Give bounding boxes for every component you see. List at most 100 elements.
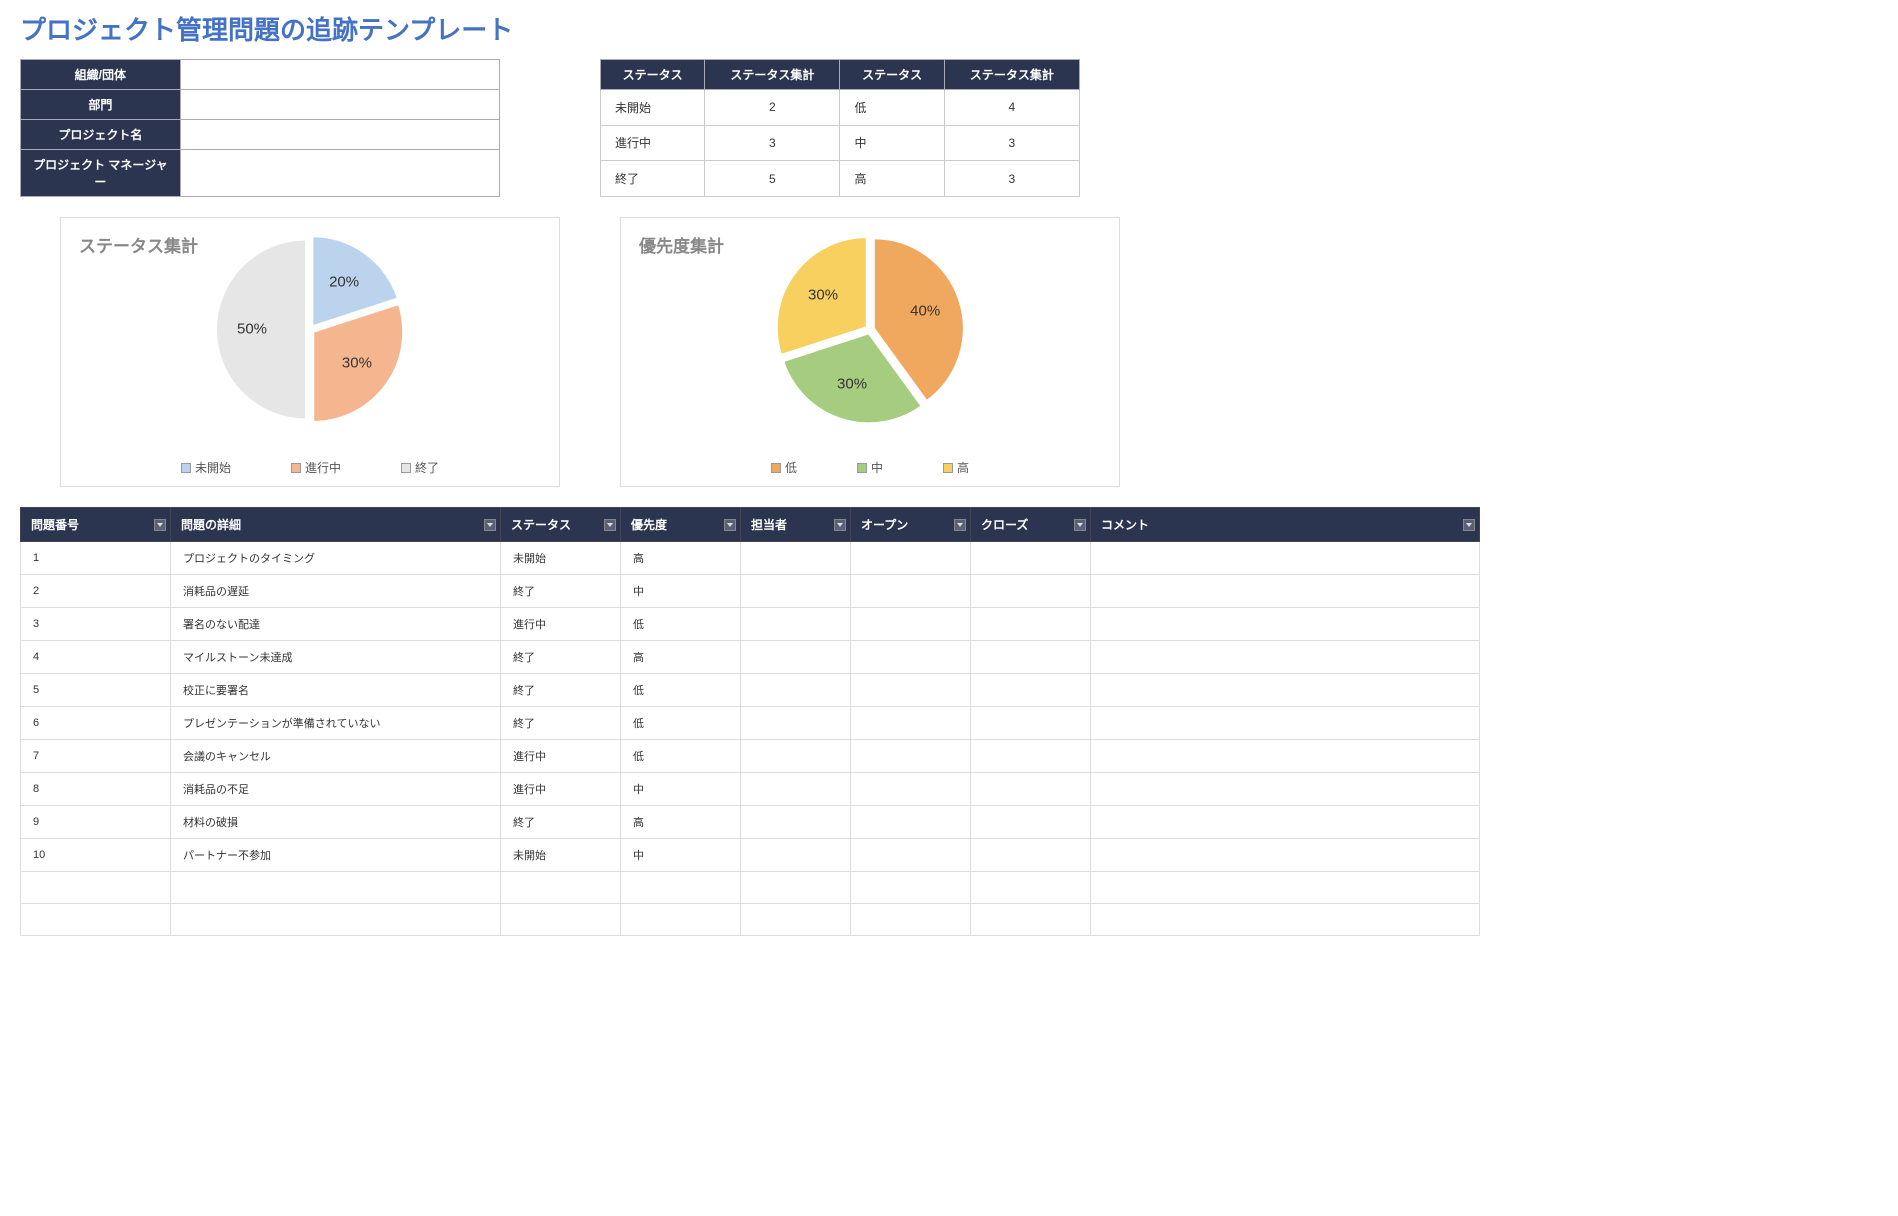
- issues-cell[interactable]: [741, 608, 851, 641]
- issues-cell[interactable]: [1091, 773, 1480, 806]
- issues-cell[interactable]: 1: [21, 542, 171, 575]
- issues-cell[interactable]: [621, 872, 741, 904]
- issues-cell[interactable]: [1091, 740, 1480, 773]
- issues-cell[interactable]: [741, 740, 851, 773]
- issues-cell[interactable]: [971, 740, 1091, 773]
- issues-cell[interactable]: [971, 707, 1091, 740]
- issues-cell[interactable]: [741, 641, 851, 674]
- issues-cell[interactable]: [501, 904, 621, 936]
- filter-icon[interactable]: [1463, 519, 1475, 531]
- issues-cell[interactable]: 5: [21, 674, 171, 707]
- issues-cell[interactable]: [851, 872, 971, 904]
- issues-cell[interactable]: 中: [621, 839, 741, 872]
- issues-cell[interactable]: [971, 542, 1091, 575]
- issues-cell[interactable]: [741, 872, 851, 904]
- project-info-value[interactable]: [180, 90, 499, 120]
- issues-cell[interactable]: 8: [21, 773, 171, 806]
- issues-cell[interactable]: 低: [621, 707, 741, 740]
- issues-cell[interactable]: [851, 773, 971, 806]
- issues-cell[interactable]: [171, 872, 501, 904]
- issues-cell[interactable]: 10: [21, 839, 171, 872]
- filter-icon[interactable]: [1074, 519, 1086, 531]
- issues-cell[interactable]: 消耗品の不足: [171, 773, 501, 806]
- issues-cell[interactable]: 6: [21, 707, 171, 740]
- project-info-value[interactable]: [180, 60, 499, 90]
- issues-cell[interactable]: [851, 904, 971, 936]
- issues-cell[interactable]: 低: [621, 740, 741, 773]
- issues-cell[interactable]: 終了: [501, 575, 621, 608]
- issues-cell[interactable]: 終了: [501, 806, 621, 839]
- issues-cell[interactable]: 未開始: [501, 839, 621, 872]
- filter-icon[interactable]: [834, 519, 846, 531]
- filter-icon[interactable]: [724, 519, 736, 531]
- issues-cell[interactable]: [1091, 872, 1480, 904]
- issues-header[interactable]: 問題の詳細: [171, 508, 501, 542]
- issues-cell[interactable]: [851, 641, 971, 674]
- issues-cell[interactable]: [741, 707, 851, 740]
- issues-cell[interactable]: [851, 575, 971, 608]
- issues-cell[interactable]: [971, 872, 1091, 904]
- issues-cell[interactable]: 進行中: [501, 773, 621, 806]
- issues-cell[interactable]: 未開始: [501, 542, 621, 575]
- issues-cell[interactable]: [1091, 542, 1480, 575]
- filter-icon[interactable]: [604, 519, 616, 531]
- issues-header[interactable]: 問題番号: [21, 508, 171, 542]
- issues-cell[interactable]: 進行中: [501, 608, 621, 641]
- issues-cell[interactable]: 4: [21, 641, 171, 674]
- issues-cell[interactable]: [971, 641, 1091, 674]
- issues-cell[interactable]: [971, 608, 1091, 641]
- issues-cell[interactable]: [1091, 707, 1480, 740]
- issues-cell[interactable]: [621, 904, 741, 936]
- issues-cell[interactable]: [21, 904, 171, 936]
- issues-cell[interactable]: [851, 542, 971, 575]
- issues-cell[interactable]: [1091, 674, 1480, 707]
- issues-cell[interactable]: [741, 674, 851, 707]
- issues-cell[interactable]: 署名のない配達: [171, 608, 501, 641]
- issues-cell[interactable]: [851, 839, 971, 872]
- issues-cell[interactable]: [851, 707, 971, 740]
- issues-cell[interactable]: [1091, 904, 1480, 936]
- issues-cell[interactable]: 低: [621, 674, 741, 707]
- project-info-value[interactable]: [180, 150, 499, 197]
- issues-cell[interactable]: マイルストーン未達成: [171, 641, 501, 674]
- issues-cell[interactable]: 7: [21, 740, 171, 773]
- issues-cell[interactable]: [501, 872, 621, 904]
- issues-cell[interactable]: パートナー不参加: [171, 839, 501, 872]
- issues-header[interactable]: ステータス: [501, 508, 621, 542]
- issues-cell[interactable]: 校正に要署名: [171, 674, 501, 707]
- issues-cell[interactable]: [971, 904, 1091, 936]
- issues-cell[interactable]: [1091, 839, 1480, 872]
- issues-cell[interactable]: [851, 608, 971, 641]
- issues-cell[interactable]: 低: [621, 608, 741, 641]
- project-info-value[interactable]: [180, 120, 499, 150]
- filter-icon[interactable]: [154, 519, 166, 531]
- issues-cell[interactable]: [971, 575, 1091, 608]
- issues-cell[interactable]: 材料の破損: [171, 806, 501, 839]
- issues-cell[interactable]: [851, 674, 971, 707]
- issues-header[interactable]: クローズ: [971, 508, 1091, 542]
- issues-cell[interactable]: 2: [21, 575, 171, 608]
- issues-cell[interactable]: [971, 839, 1091, 872]
- issues-cell[interactable]: [741, 773, 851, 806]
- filter-icon[interactable]: [954, 519, 966, 531]
- issues-cell[interactable]: [1091, 806, 1480, 839]
- issues-cell[interactable]: [741, 542, 851, 575]
- issues-cell[interactable]: [741, 904, 851, 936]
- filter-icon[interactable]: [484, 519, 496, 531]
- issues-cell[interactable]: [171, 904, 501, 936]
- issues-cell[interactable]: 9: [21, 806, 171, 839]
- issues-cell[interactable]: [1091, 608, 1480, 641]
- issues-cell[interactable]: 終了: [501, 674, 621, 707]
- issues-cell[interactable]: [971, 674, 1091, 707]
- issues-cell[interactable]: [971, 806, 1091, 839]
- issues-cell[interactable]: [741, 806, 851, 839]
- issues-cell[interactable]: 会議のキャンセル: [171, 740, 501, 773]
- issues-cell[interactable]: [21, 872, 171, 904]
- issues-cell[interactable]: 高: [621, 542, 741, 575]
- issues-header[interactable]: 担当者: [741, 508, 851, 542]
- issues-cell[interactable]: 消耗品の遅延: [171, 575, 501, 608]
- issues-cell[interactable]: プロジェクトのタイミング: [171, 542, 501, 575]
- issues-cell[interactable]: [1091, 575, 1480, 608]
- issues-cell[interactable]: 3: [21, 608, 171, 641]
- issues-cell[interactable]: 進行中: [501, 740, 621, 773]
